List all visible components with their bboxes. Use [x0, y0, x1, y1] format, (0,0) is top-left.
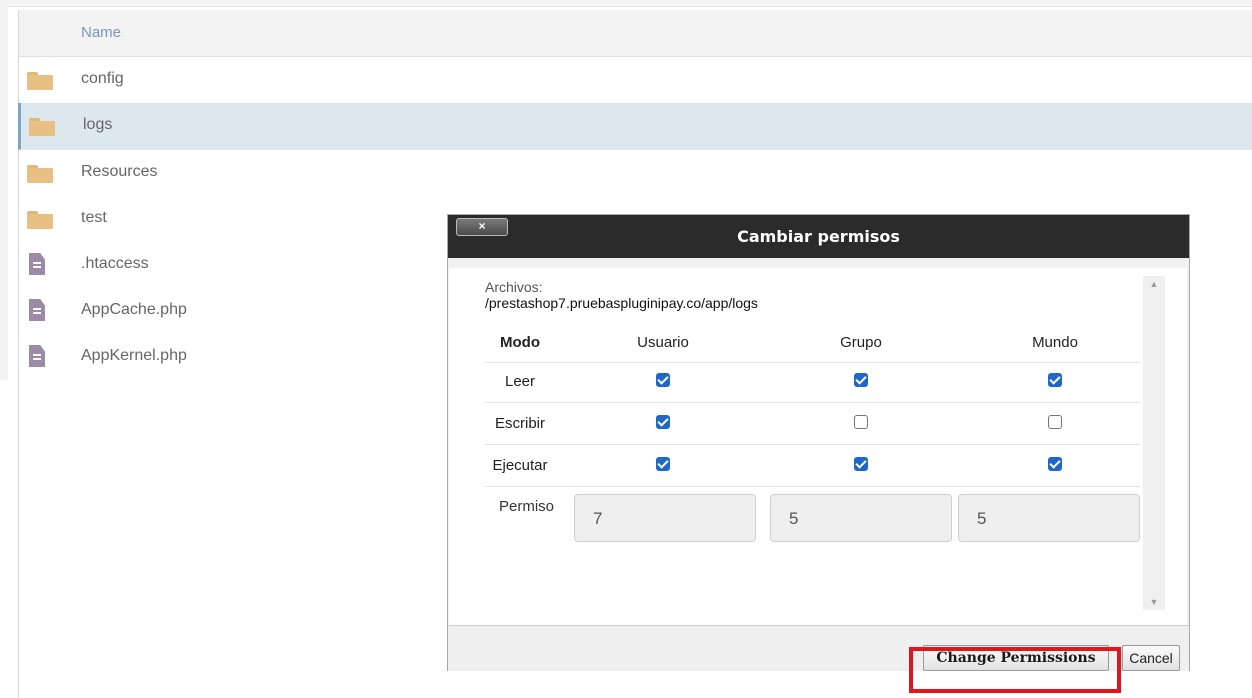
scroll-up-arrow-icon[interactable]: ▲ [1143, 276, 1165, 292]
file-name: test [81, 209, 107, 226]
execute-world-checkbox[interactable] [1048, 457, 1062, 471]
read-user-checkbox[interactable] [656, 373, 670, 387]
read-world-checkbox[interactable] [1048, 373, 1062, 387]
file-row-resources[interactable]: Resources [19, 150, 1252, 197]
permission-label: Leer [504, 373, 536, 390]
write-world-checkbox[interactable] [1048, 415, 1062, 429]
file-icon [29, 345, 45, 367]
file-name: config [81, 70, 124, 87]
name-column-header[interactable]: Name [81, 24, 121, 41]
dialog-scrollbar[interactable]: ▲ ▼ [1143, 276, 1165, 610]
permission-label: Ejecutar [492, 457, 548, 474]
file-icon [29, 253, 45, 275]
group-permission-field[interactable]: 5 [770, 494, 952, 542]
top-border [0, 0, 1252, 7]
dialog-titlebar: × Cambiar permisos [448, 215, 1189, 258]
file-name: .htaccess [81, 255, 149, 272]
permission-row-write: Escribir [485, 404, 1140, 445]
file-row-config[interactable]: config [19, 57, 1252, 104]
user-column-header: Usuario [637, 334, 689, 351]
file-row-logs[interactable]: logs [18, 103, 1252, 150]
write-group-checkbox[interactable] [854, 415, 868, 429]
file-list-header: Name [19, 10, 1252, 57]
change-permissions-dialog: × Cambiar permisos Archivos: /prestashop… [447, 214, 1190, 671]
write-user-checkbox[interactable] [656, 415, 670, 429]
folder-icon [27, 72, 53, 90]
mode-column-header: Modo [500, 334, 540, 351]
left-border [0, 0, 8, 380]
execute-user-checkbox[interactable] [656, 457, 670, 471]
permission-row-execute: Ejecutar [485, 446, 1140, 487]
file-path: /prestashop7.pruebaspluginipay.co/app/lo… [485, 295, 758, 311]
file-name: AppCache.php [81, 301, 187, 318]
execute-group-checkbox[interactable] [854, 457, 868, 471]
read-group-checkbox[interactable] [854, 373, 868, 387]
permission-label: Escribir [494, 415, 545, 432]
files-label: Archivos: [485, 279, 543, 295]
world-permission-field[interactable]: 5 [958, 494, 1140, 542]
folder-icon [29, 118, 55, 136]
folder-icon [27, 165, 53, 183]
dialog-title: Cambiar permisos [737, 227, 900, 246]
world-column-header: Mundo [1032, 334, 1078, 351]
file-name: AppKernel.php [81, 347, 187, 364]
group-column-header: Grupo [840, 334, 882, 351]
cancel-button[interactable]: Cancel [1122, 645, 1180, 671]
folder-icon [27, 211, 53, 229]
permissions-header-row: Modo Usuario Grupo Mundo [485, 324, 1140, 363]
highlight-box [909, 647, 1121, 693]
user-permission-field[interactable]: 7 [574, 494, 756, 542]
file-icon [29, 299, 45, 321]
scroll-down-arrow-icon[interactable]: ▼ [1143, 594, 1165, 610]
permission-row-read: Leer [485, 362, 1140, 403]
dialog-content: Archivos: /prestashop7.pruebaspluginipay… [449, 268, 1187, 625]
permiso-label: Permiso [499, 498, 555, 515]
file-name: Resources [81, 163, 158, 180]
file-name: logs [83, 116, 113, 133]
